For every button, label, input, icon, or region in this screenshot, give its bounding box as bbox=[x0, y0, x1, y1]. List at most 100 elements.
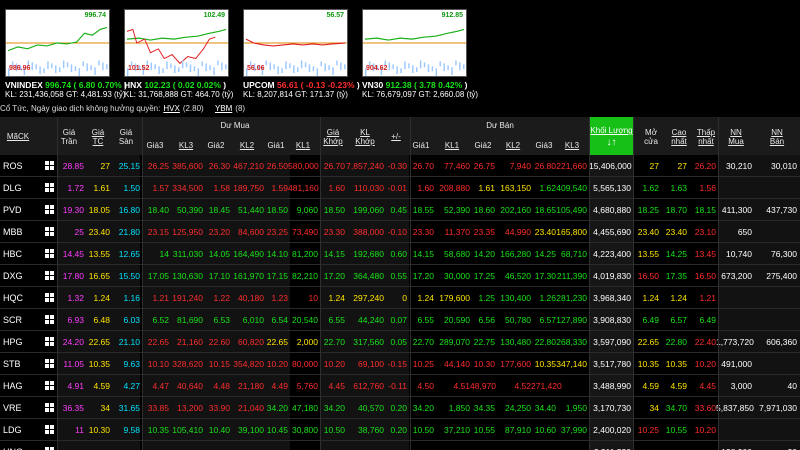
cell-bk3 bbox=[169, 441, 203, 450]
symbol-cell[interactable]: HPG bbox=[3, 331, 23, 353]
header-ref[interactable]: Giá TC bbox=[85, 128, 111, 146]
cell-low: 16.50 bbox=[694, 271, 716, 281]
header-sell-4[interactable]: Giá3 bbox=[529, 141, 559, 150]
header-sell-5[interactable]: KL3 bbox=[557, 141, 587, 150]
index-summary-hnx: HNX 102.23 ( 0.02 0.02% ) bbox=[124, 80, 226, 90]
header-symbol[interactable]: MãCK bbox=[0, 132, 36, 141]
cell-nns: 606,360 bbox=[766, 337, 797, 347]
table-row[interactable]: HNG 2,311,530 138,90020 bbox=[0, 441, 800, 450]
table-row[interactable]: HPG 24.20 22.65 21.10 22.65 21,160 22.60 60,820… bbox=[0, 331, 800, 353]
cell-b2: 6.53 bbox=[213, 315, 230, 325]
cell-b2: 33.90 bbox=[208, 403, 230, 413]
index-chart-hnx[interactable]: 102.49 101.52 bbox=[124, 9, 229, 77]
table-row[interactable]: ROS 28.85 27 25.15 26.25 385,600 26.30 467,210 2… bbox=[0, 155, 800, 177]
table-row[interactable]: SCR 6.93 6.48 6.03 6.52 81,690 6.53 6,010 6.54 20… bbox=[0, 309, 800, 331]
header-sell-1[interactable]: KL1 bbox=[437, 141, 467, 150]
cell-open: 27 bbox=[649, 161, 659, 171]
table-row[interactable]: PVD 19.30 18.05 16.80 18.40 50,390 18.45 51,440… bbox=[0, 199, 800, 221]
cell-sk1: 11,370 bbox=[444, 227, 470, 237]
header-open[interactable]: Mở cửa bbox=[638, 128, 664, 146]
cell-high: 10.55 bbox=[665, 425, 687, 435]
table-row[interactable]: HQC 1.32 1.24 1.16 1.21 191,240 1.22 40,180 1.23… bbox=[0, 287, 800, 309]
symbol-cell[interactable]: DLG bbox=[3, 177, 22, 199]
cell-high: 6.57 bbox=[670, 315, 687, 325]
header-sell-3[interactable]: KL2 bbox=[498, 141, 528, 150]
symbol-cell[interactable]: HAG bbox=[3, 375, 23, 397]
symbol-cell[interactable]: HQC bbox=[3, 287, 23, 309]
table-row[interactable]: VRE 36.35 34 31.65 33.85 13,200 33.90 21,040 34.… bbox=[0, 397, 800, 419]
symbol-cell[interactable]: LDG bbox=[3, 419, 22, 441]
table-row[interactable]: HAG 4.91 4.59 4.27 4.47 40,640 4.48 21,180 4.49 5… bbox=[0, 375, 800, 397]
symbol-cell[interactable]: SCR bbox=[3, 309, 22, 331]
header-nn-buy[interactable]: NN Mua bbox=[721, 128, 751, 146]
cell-b1: 1.23 bbox=[271, 293, 288, 303]
table-row[interactable]: DLG 1.72 1.61 1.50 1.57 334,500 1.58 189,750 1.5… bbox=[0, 177, 800, 199]
table-row[interactable]: DXG 17.80 16.65 15.50 17.05 130,630 17.10 161,9… bbox=[0, 265, 800, 287]
index-kl-label: KL: bbox=[362, 90, 377, 99]
cell-high: 27 bbox=[677, 161, 687, 171]
header-nn-sell[interactable]: NN Bán bbox=[762, 128, 792, 146]
symbol-cell[interactable]: VRE bbox=[3, 397, 22, 419]
header-match-price[interactable]: Giá Khớp bbox=[319, 128, 347, 146]
header-buy-1[interactable]: KL3 bbox=[171, 141, 201, 150]
cell-ref: 22.65 bbox=[88, 337, 110, 347]
table-row[interactable]: STB 11.05 10.35 9.63 10.10 328,620 10.15 354,82… bbox=[0, 353, 800, 375]
cell-b1: 14.10 bbox=[266, 249, 288, 259]
symbol-cell[interactable]: HNG bbox=[3, 441, 23, 450]
ybm-link[interactable]: YBM bbox=[215, 104, 232, 113]
header-volume[interactable]: Khối Lượng ↓↑ bbox=[590, 117, 633, 155]
cell-b3: 10.35 bbox=[147, 425, 169, 435]
index-chart-vn30[interactable]: 912.85 904.62 bbox=[362, 9, 467, 77]
header-buy-2[interactable]: Giá2 bbox=[201, 141, 231, 150]
grid-menu-icon-square bbox=[45, 337, 49, 341]
table-row[interactable]: HBC 14.45 13.55 12.65 14 311,030 14.05 164,490 1… bbox=[0, 243, 800, 265]
symbol-cell[interactable]: STB bbox=[3, 353, 21, 375]
table-row[interactable]: MBB 25 23.40 21.80 23.15 125,950 23.20 84,600 23… bbox=[0, 221, 800, 243]
index-gt: 171.37 bbox=[309, 90, 337, 99]
cell-b2 bbox=[203, 441, 230, 450]
header-low-line-1: nhất bbox=[698, 137, 714, 146]
grid-menu-icon-square bbox=[45, 364, 49, 368]
cell-nns bbox=[753, 353, 797, 375]
cell-ch: -0.15 bbox=[387, 359, 407, 369]
cell-b2: 23.20 bbox=[208, 227, 230, 237]
cell-high: 23.40 bbox=[665, 227, 687, 237]
symbol-cell[interactable]: DXG bbox=[3, 265, 23, 287]
header-ceiling[interactable]: Giá Trần bbox=[54, 128, 84, 146]
cell-open: 10.35 bbox=[637, 359, 659, 369]
cell-sk3: 127,890 bbox=[556, 315, 587, 325]
header-sell-2[interactable]: Giá2 bbox=[468, 141, 498, 150]
cell-bk1: 73,490 bbox=[292, 227, 318, 237]
header-buy-3[interactable]: KL2 bbox=[232, 141, 262, 150]
cell-vol: 5,565,130 bbox=[593, 183, 631, 193]
cell-s2: 18.60 bbox=[473, 205, 495, 215]
header-change[interactable]: +/- bbox=[386, 132, 406, 141]
header-match-price-line-1: Khớp bbox=[323, 137, 343, 146]
symbol-cell[interactable]: ROS bbox=[3, 155, 23, 177]
hvx-link[interactable]: HVX bbox=[163, 104, 179, 113]
symbol-cell[interactable]: HBC bbox=[3, 243, 22, 265]
sort-icon[interactable]: ↓↑ bbox=[590, 138, 633, 148]
header-buy-4[interactable]: Giá1 bbox=[261, 141, 291, 150]
header-buy-0[interactable]: Giá3 bbox=[140, 141, 170, 150]
cell-mp: 10.50 bbox=[323, 425, 345, 435]
cell-s2: 26.75 bbox=[473, 161, 495, 171]
index-chart-vnindex[interactable]: 996.74 986.96 bbox=[5, 9, 110, 77]
cell-bk3: 130,630 bbox=[172, 271, 203, 281]
cell-sk3: 165,800 bbox=[556, 227, 587, 237]
cell-sk2: 87,910 bbox=[505, 425, 531, 435]
symbol-cell[interactable]: PVD bbox=[3, 199, 22, 221]
grid-menu-icon-square bbox=[45, 425, 49, 429]
header-high[interactable]: Cao nhất bbox=[666, 128, 692, 146]
cell-sk1: 77,460 bbox=[444, 161, 470, 171]
index-chart-upcom[interactable]: 56.57 56.06 bbox=[243, 9, 348, 77]
table-row[interactable]: LDG 11 10.30 9.58 10.35 105,410 10.40 39,100 10.… bbox=[0, 419, 800, 441]
header-match-vol[interactable]: KL Khớp bbox=[347, 128, 383, 146]
header-low[interactable]: Thấp nhất bbox=[692, 128, 720, 146]
cell-b3: 33.85 bbox=[147, 403, 169, 413]
header-buy-5[interactable]: KL1 bbox=[288, 141, 318, 150]
symbol-cell[interactable]: MBB bbox=[3, 221, 23, 243]
grid-menu-icon-square bbox=[45, 249, 49, 253]
cell-vol: 3,517,780 bbox=[593, 359, 631, 369]
header-floor[interactable]: Giá Sàn bbox=[112, 128, 140, 146]
